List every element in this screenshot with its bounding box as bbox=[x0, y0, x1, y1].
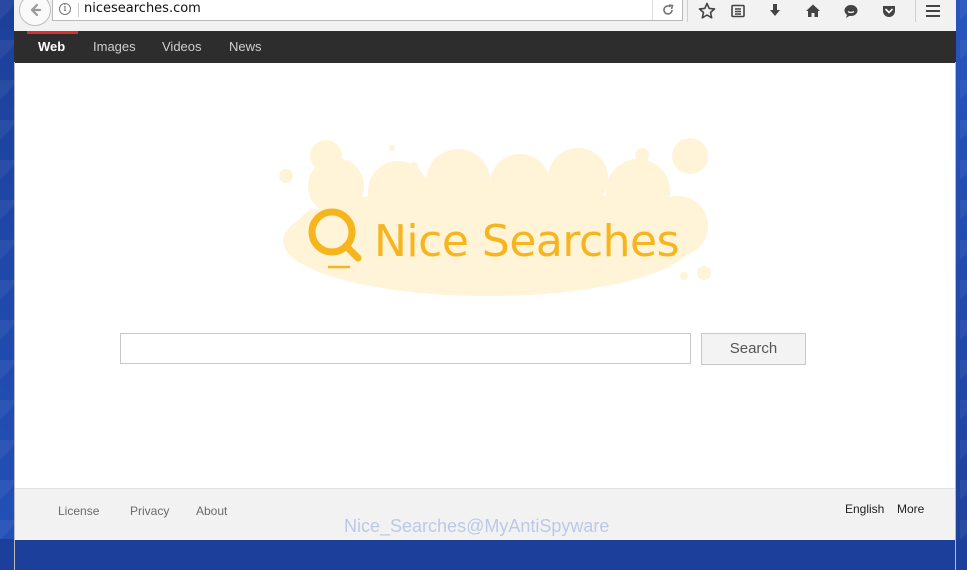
nav-tab-images[interactable]: Images bbox=[93, 31, 136, 63]
chat-button[interactable] bbox=[838, 0, 864, 22]
back-button[interactable] bbox=[19, 0, 51, 26]
reload-icon bbox=[662, 4, 674, 15]
search-type-nav: Web Images Videos News bbox=[14, 31, 956, 63]
watermark-text: Nice_Searches@MyAntiSpyware bbox=[344, 516, 610, 536]
search-input[interactable] bbox=[120, 333, 691, 364]
toolbar-divider bbox=[915, 0, 916, 22]
url-divider bbox=[78, 3, 79, 17]
browser-toolbar: i nicesearches.com bbox=[14, 0, 956, 32]
download-icon bbox=[770, 4, 780, 16]
search-button[interactable]: Search bbox=[701, 333, 806, 365]
web-page: Web Images Videos News Nice Searches Sea… bbox=[14, 31, 956, 570]
reading-list-button[interactable] bbox=[725, 0, 751, 22]
menu-button[interactable] bbox=[920, 0, 946, 22]
nav-tab-web[interactable]: Web bbox=[26, 31, 79, 63]
home-button[interactable] bbox=[800, 0, 826, 22]
footer-link-license[interactable]: License bbox=[58, 504, 99, 518]
bookmark-button[interactable] bbox=[694, 0, 720, 22]
nice-searches-logo: Nice Searches bbox=[258, 136, 718, 306]
url-bar[interactable]: i nicesearches.com bbox=[52, 0, 683, 21]
footer-link-more[interactable]: More bbox=[897, 502, 924, 516]
back-icon bbox=[30, 3, 42, 17]
logo-text: Nice Searches bbox=[374, 216, 680, 267]
download-button[interactable] bbox=[762, 0, 788, 22]
bookmark-star-icon bbox=[698, 2, 716, 19]
nav-tab-videos[interactable]: Videos bbox=[162, 31, 202, 63]
pocket-button[interactable] bbox=[876, 0, 902, 22]
footer-link-privacy[interactable]: Privacy bbox=[130, 504, 169, 518]
footer-link-about[interactable]: About bbox=[196, 504, 227, 518]
footer-link-language[interactable]: English bbox=[845, 502, 884, 516]
browser-window: i nicesearches.com Web Images Videos New… bbox=[14, 0, 956, 570]
pocket-icon bbox=[883, 6, 895, 17]
reading-list-icon bbox=[731, 4, 745, 18]
info-icon[interactable]: i bbox=[59, 3, 71, 15]
chat-icon bbox=[844, 5, 858, 18]
reload-button[interactable] bbox=[652, 0, 682, 20]
home-icon bbox=[806, 4, 820, 17]
url-text[interactable]: nicesearches.com bbox=[84, 1, 201, 16]
menu-icon bbox=[926, 5, 940, 17]
toolbar-divider bbox=[687, 0, 688, 22]
page-edge bbox=[14, 62, 15, 570]
nav-tab-news[interactable]: News bbox=[229, 31, 262, 63]
page-edge bbox=[955, 62, 956, 570]
